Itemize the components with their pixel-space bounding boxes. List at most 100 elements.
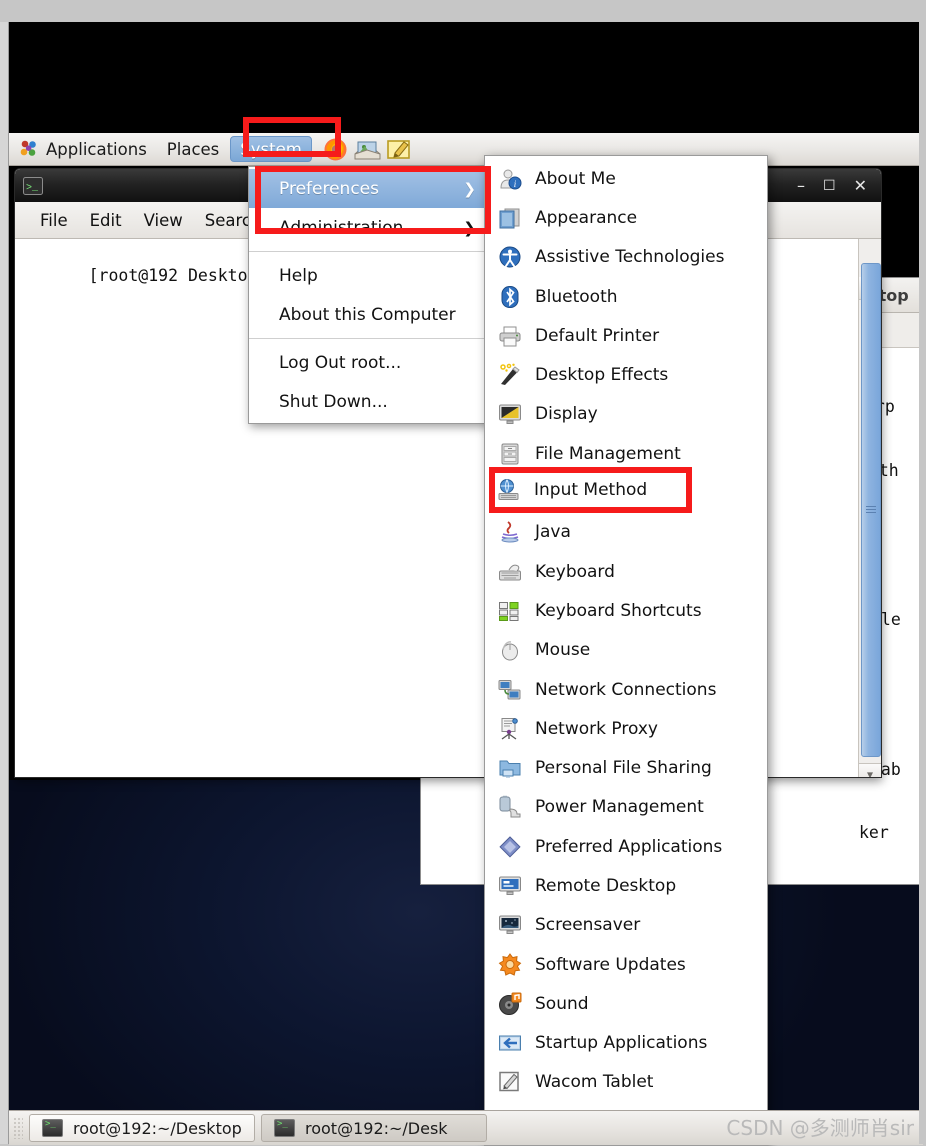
- right-frame-edge: [919, 0, 926, 1144]
- pref-item-input-method-highlighted[interactable]: Input Method: [497, 475, 684, 505]
- taskbar-grip[interactable]: [13, 1117, 23, 1139]
- taskbar-button-terminal-2[interactable]: root@192:~/Desk: [261, 1114, 487, 1142]
- pref-item-preferred-applications[interactable]: Preferred Applications: [485, 827, 767, 866]
- printer-icon: [498, 324, 522, 348]
- gedit-icon[interactable]: [386, 138, 412, 161]
- screensaver-icon: [498, 913, 522, 937]
- power-management-icon: [498, 795, 522, 819]
- pref-item-keyboard-shortcuts[interactable]: Keyboard Shortcuts: [485, 591, 767, 630]
- input-method-icon: [497, 478, 521, 502]
- pref-item-about-me[interactable]: i About Me: [485, 159, 767, 198]
- screenshot-root: ktop orp f th cle tab ker | 4 +------ 2 …: [0, 0, 926, 1146]
- menu-edit[interactable]: Edit: [79, 211, 133, 230]
- chevron-right-icon: ❯: [463, 179, 476, 198]
- menu-item-shut-down[interactable]: Shut Down...: [249, 382, 489, 421]
- pref-item-bluetooth[interactable]: Bluetooth: [485, 277, 767, 316]
- system-dropdown-menu[interactable]: Preferences ❯ Administration ❯ Help Abou…: [248, 166, 490, 424]
- pref-item-desktop-effects[interactable]: Desktop Effects: [485, 355, 767, 394]
- keyboard-icon: [498, 560, 522, 584]
- panel-launcher-icons[interactable]: [323, 137, 412, 162]
- close-icon[interactable]: ✕: [854, 177, 867, 194]
- menu-applications[interactable]: Applications: [10, 136, 156, 162]
- file-management-icon: [498, 442, 522, 466]
- sound-icon: [498, 992, 522, 1016]
- pref-item-about-me-label: About Me: [535, 168, 616, 189]
- pref-item-mouse[interactable]: Mouse: [485, 631, 767, 670]
- taskbar-button-terminal-2-label: root@192:~/Desk: [305, 1118, 448, 1138]
- menu-item-preferences-label: Preferences: [279, 178, 379, 199]
- pref-item-remote-desktop[interactable]: Remote Desktop: [485, 866, 767, 905]
- pref-item-keyboard[interactable]: Keyboard: [485, 552, 767, 591]
- assistive-technologies-icon: [498, 245, 522, 269]
- window-control-buttons[interactable]: – ☐ ✕: [797, 177, 871, 194]
- menu-item-administration-label: Administration: [279, 217, 404, 238]
- pref-item-screensaver-label: Screensaver: [535, 915, 641, 936]
- pref-item-appearance[interactable]: Appearance: [485, 198, 767, 237]
- menu-item-help-label: Help: [279, 265, 318, 286]
- pref-item-startup-applications-label: Startup Applications: [535, 1033, 708, 1054]
- pref-item-software-updates[interactable]: Software Updates: [485, 945, 767, 984]
- minimize-icon[interactable]: –: [797, 177, 805, 194]
- startup-applications-icon: [498, 1031, 522, 1055]
- menu-item-help[interactable]: Help: [249, 256, 489, 295]
- taskbar-button-terminal-1[interactable]: root@192:~/Desktop: [29, 1114, 255, 1142]
- gnome-top-panel[interactable]: Applications Places System: [9, 133, 919, 166]
- top-frame-edge: [0, 0, 926, 22]
- pref-item-network-connections-label: Network Connections: [535, 679, 717, 700]
- menu-item-shut-down-label: Shut Down...: [279, 391, 388, 412]
- preferences-submenu[interactable]: i About Me Appearance Assistive Technolo…: [484, 155, 768, 1146]
- pref-item-remote-desktop-label: Remote Desktop: [535, 875, 677, 896]
- left-frame-edge: [0, 0, 9, 1144]
- maximize-icon[interactable]: ☐: [823, 179, 836, 193]
- pref-item-wacom-tablet[interactable]: Wacom Tablet: [485, 1063, 767, 1102]
- menu-item-log-out[interactable]: Log Out root...: [249, 343, 489, 382]
- menu-item-about-this-computer[interactable]: About this Computer: [249, 295, 489, 334]
- personal-file-sharing-icon: [498, 756, 522, 780]
- scroll-down-icon[interactable]: ▼: [859, 763, 881, 777]
- applications-icon: [19, 139, 39, 159]
- menu-item-about-this-computer-label: About this Computer: [279, 304, 456, 325]
- pref-item-file-management-label: File Management: [535, 443, 681, 464]
- pref-item-keyboard-shortcuts-label: Keyboard Shortcuts: [535, 600, 702, 621]
- menu-places[interactable]: Places: [158, 136, 228, 162]
- pref-item-default-printer[interactable]: Default Printer: [485, 316, 767, 355]
- pref-item-file-management[interactable]: File Management: [485, 434, 767, 473]
- pref-item-appearance-label: Appearance: [535, 207, 638, 228]
- pref-item-mouse-label: Mouse: [535, 640, 591, 661]
- evolution-mail-icon[interactable]: [354, 138, 381, 161]
- wacom-tablet-icon: [498, 1070, 522, 1094]
- pref-item-software-updates-label: Software Updates: [535, 954, 686, 975]
- menu-view[interactable]: View: [133, 211, 194, 230]
- pref-item-personal-file-sharing-label: Personal File Sharing: [535, 758, 712, 779]
- pref-item-sound[interactable]: Sound: [485, 984, 767, 1023]
- menu-separator: [249, 251, 489, 252]
- menu-item-administration[interactable]: Administration ❯: [249, 208, 489, 247]
- scrollbar-grip: [866, 506, 876, 514]
- menu-system-label: System: [240, 139, 302, 159]
- pref-item-assistive-technologies[interactable]: Assistive Technologies: [485, 238, 767, 277]
- pref-item-network-connections[interactable]: Network Connections: [485, 670, 767, 709]
- pref-item-display-label: Display: [535, 404, 598, 425]
- pref-item-startup-applications[interactable]: Startup Applications: [485, 1024, 767, 1063]
- scrollbar-thumb[interactable]: [861, 263, 881, 757]
- pref-item-screensaver[interactable]: Screensaver: [485, 906, 767, 945]
- pref-item-display[interactable]: Display: [485, 395, 767, 434]
- terminal-scrollbar[interactable]: ▲ ▼: [858, 239, 881, 777]
- menu-system[interactable]: System: [230, 136, 312, 162]
- pref-item-network-proxy[interactable]: Network Proxy: [485, 709, 767, 748]
- mouse-icon: [498, 638, 522, 662]
- pref-item-desktop-effects-label: Desktop Effects: [535, 365, 669, 386]
- about-me-icon: i: [498, 167, 522, 191]
- pref-item-sound-label: Sound: [535, 993, 589, 1014]
- firefox-icon[interactable]: [323, 137, 348, 162]
- pref-item-default-printer-label: Default Printer: [535, 325, 660, 346]
- menu-file[interactable]: File: [29, 211, 79, 230]
- pref-item-power-management[interactable]: Power Management: [485, 788, 767, 827]
- pref-item-power-management-label: Power Management: [535, 797, 704, 818]
- pref-item-java[interactable]: Java: [485, 513, 767, 552]
- pref-item-input-method-label-highlighted: Input Method: [534, 480, 648, 500]
- software-updates-icon: [498, 952, 522, 977]
- bg-term-line-5: ker: [859, 822, 899, 842]
- pref-item-personal-file-sharing[interactable]: Personal File Sharing: [485, 748, 767, 787]
- menu-item-preferences[interactable]: Preferences ❯: [249, 169, 489, 208]
